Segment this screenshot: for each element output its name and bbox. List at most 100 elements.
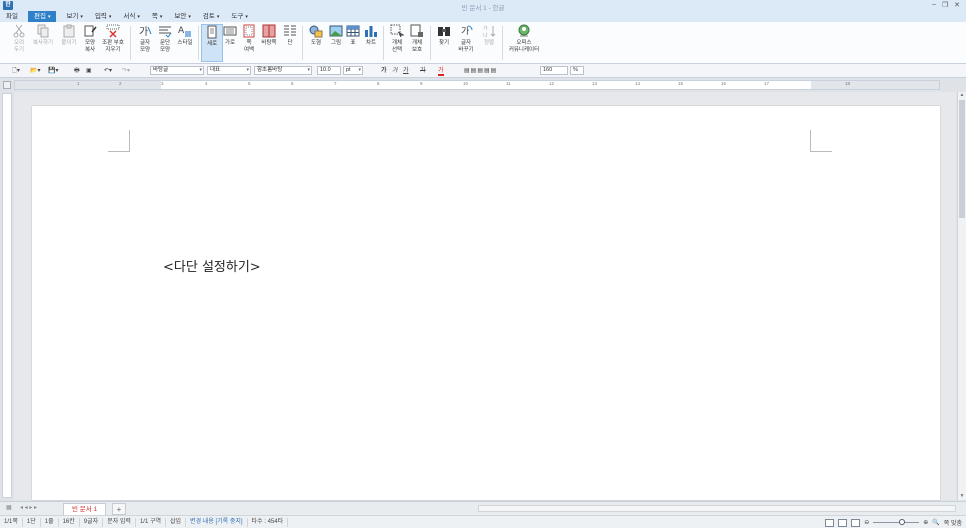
format-copy-icon — [84, 25, 97, 37]
status-input-mode[interactable]: 문자 입력 — [103, 517, 136, 527]
ribbon-separator — [198, 26, 199, 60]
ruler-number: 8 — [377, 81, 380, 86]
menu-page[interactable]: 쪽 ▾ — [146, 11, 169, 22]
chart-button[interactable]: 차트 — [360, 24, 382, 62]
view-web-icon[interactable] — [851, 518, 861, 527]
menu-insert[interactable]: 입력 ▾ — [89, 11, 117, 22]
italic-button[interactable]: 가 — [392, 66, 398, 76]
find-button[interactable]: 찾기 — [433, 24, 455, 62]
page-margin-button[interactable]: 쪽 여백 — [238, 24, 260, 62]
font-color-button[interactable]: 가 — [438, 66, 444, 76]
menu-edit[interactable]: 편집 ▾ — [27, 10, 57, 22]
font-select[interactable]: 함초롬바탕 ▾ — [254, 66, 312, 75]
tab-document-1[interactable]: 빈 문서 1 — [63, 503, 107, 515]
vertical-ruler[interactable] — [2, 93, 12, 498]
underline-button[interactable]: 가 — [403, 66, 409, 76]
zoom-in-icon[interactable]: ⊕ — [923, 519, 928, 526]
office-communicator-button[interactable]: 오피스 커뮤니케이터 — [506, 24, 542, 62]
font-size-input[interactable]: 10.0 — [317, 66, 341, 75]
menu-security[interactable]: 보안 ▾ — [168, 11, 196, 22]
redo-icon[interactable]: ↷▾ — [122, 66, 130, 76]
tab-list-icon[interactable]: ▦ — [6, 504, 12, 511]
master-page-button[interactable]: 바탕쪽 — [258, 24, 280, 62]
view-normal-icon[interactable] — [825, 518, 835, 527]
ruler-number: 18 — [845, 81, 851, 86]
svg-text:나: 나 — [483, 32, 488, 38]
ruler-right-margin — [811, 81, 939, 89]
zoom-out-icon[interactable]: ⊖ — [864, 519, 869, 526]
scroll-up-icon[interactable]: ▲ — [958, 92, 966, 99]
ruler-corner-button[interactable] — [3, 81, 11, 89]
menu-format[interactable]: 서식 ▾ — [117, 11, 145, 22]
svg-text:가: 가 — [139, 26, 148, 38]
clear-codes-button[interactable]: 조판 부호 지우기 — [100, 24, 126, 62]
restore-icon[interactable]: ❐ — [942, 1, 948, 9]
scroll-down-icon[interactable]: ▼ — [958, 493, 966, 500]
style-button[interactable]: A 스타일 — [174, 24, 196, 62]
ruler-number: 16 — [721, 81, 727, 86]
format-copy-button[interactable]: 모양 복사 — [79, 24, 101, 62]
print-icon[interactable]: 🖶 — [74, 66, 80, 76]
paste-button[interactable]: 붙이기 — [58, 24, 80, 62]
line-spacing-input[interactable]: 160 — [540, 66, 568, 75]
sort-button[interactable]: 가나 정렬 — [478, 24, 500, 62]
save-icon[interactable]: 💾▾ — [48, 66, 58, 76]
ruler-number: 1 — [77, 81, 80, 86]
binoculars-icon — [438, 27, 450, 36]
bold-button[interactable]: 가 — [381, 66, 387, 76]
percent-select[interactable]: % — [570, 66, 584, 75]
strike-button[interactable]: 가 — [420, 66, 426, 76]
replace-button[interactable]: 가 글자 바꾸기 — [454, 24, 478, 62]
open-folder-icon[interactable]: 📂▾ — [30, 66, 40, 76]
language-select[interactable]: 대표 ▾ — [207, 66, 251, 75]
landscape-icon — [223, 26, 237, 36]
horizontal-scrollbar[interactable] — [478, 505, 956, 512]
menu-tools[interactable]: 도구 ▾ — [225, 11, 253, 22]
object-select-button[interactable]: 개체 선택 — [386, 24, 408, 62]
ribbon-separator — [302, 26, 303, 60]
align-buttons[interactable]: ▤▤▤▤▤ — [464, 66, 497, 76]
unit-select[interactable]: pt ▾ — [343, 66, 363, 75]
new-document-icon[interactable]: 🗋▾ — [12, 66, 20, 76]
vertical-scrollbar[interactable]: ▲ ▼ — [957, 92, 966, 500]
status-section: 1/1 구역 — [136, 517, 166, 527]
chevron-down-icon: ▾ — [246, 67, 249, 73]
status-track-changes[interactable]: 변경 내용 [기록 중지] — [186, 517, 248, 527]
zoom-search-icon[interactable]: 🔍 — [932, 519, 939, 526]
style-icon: A — [178, 26, 191, 37]
menu-review[interactable]: 검토 ▾ — [197, 11, 225, 22]
scrollbar-thumb[interactable] — [959, 100, 965, 218]
shape-button[interactable]: 도형 — [305, 24, 327, 62]
minimize-icon[interactable]: – — [932, 1, 936, 9]
document-text[interactable]: <다단 설정하기> — [163, 256, 261, 275]
horizontal-ruler[interactable]: 1 2 3 4 5 6 7 8 9 10 11 12 13 14 15 16 1… — [14, 80, 940, 90]
para-shape-button[interactable]: 문단 모양 — [154, 24, 176, 62]
zoom-slider-knob[interactable] — [899, 519, 906, 525]
columns-button[interactable]: 단 — [279, 24, 301, 62]
zoom-controls: ⊖ ⊕ 🔍 쪽 맞춤 — [825, 517, 962, 528]
communicator-icon — [518, 24, 530, 37]
ribbon-separator — [383, 26, 384, 60]
zoom-fit-label[interactable]: 쪽 맞춤 — [944, 518, 962, 527]
close-icon[interactable]: ✕ — [954, 1, 960, 9]
style-select[interactable]: 바탕글 ▾ — [150, 66, 204, 75]
zoom-slider[interactable] — [873, 519, 920, 525]
tab-nav-arrows[interactable]: ◂ ◂ ▸ ▸ — [20, 504, 37, 511]
undo-icon[interactable]: ↶▾ — [104, 66, 112, 76]
cut-button[interactable]: 오려 두기 — [8, 24, 30, 62]
menu-file[interactable]: 파일 — [0, 11, 24, 22]
ruler-left-margin — [15, 81, 161, 89]
status-insert-mode[interactable]: 삽입 — [166, 517, 187, 527]
add-tab-button[interactable]: + — [112, 503, 126, 515]
page-margin-icon — [243, 24, 255, 38]
document-page[interactable] — [32, 106, 940, 500]
menu-view[interactable]: 보기 ▾ — [60, 11, 88, 22]
preview-icon[interactable]: ▣ — [86, 66, 92, 76]
char-shape-button[interactable]: 가 글자 모양 — [134, 24, 156, 62]
ruler-number: 14 — [635, 81, 641, 86]
ruler-number: 17 — [764, 81, 770, 86]
portrait-icon — [207, 25, 217, 39]
copy-button[interactable]: 복사하기 — [32, 24, 54, 62]
view-page-icon[interactable] — [838, 518, 848, 527]
object-protect-button[interactable]: 개체 보호 — [406, 24, 428, 62]
